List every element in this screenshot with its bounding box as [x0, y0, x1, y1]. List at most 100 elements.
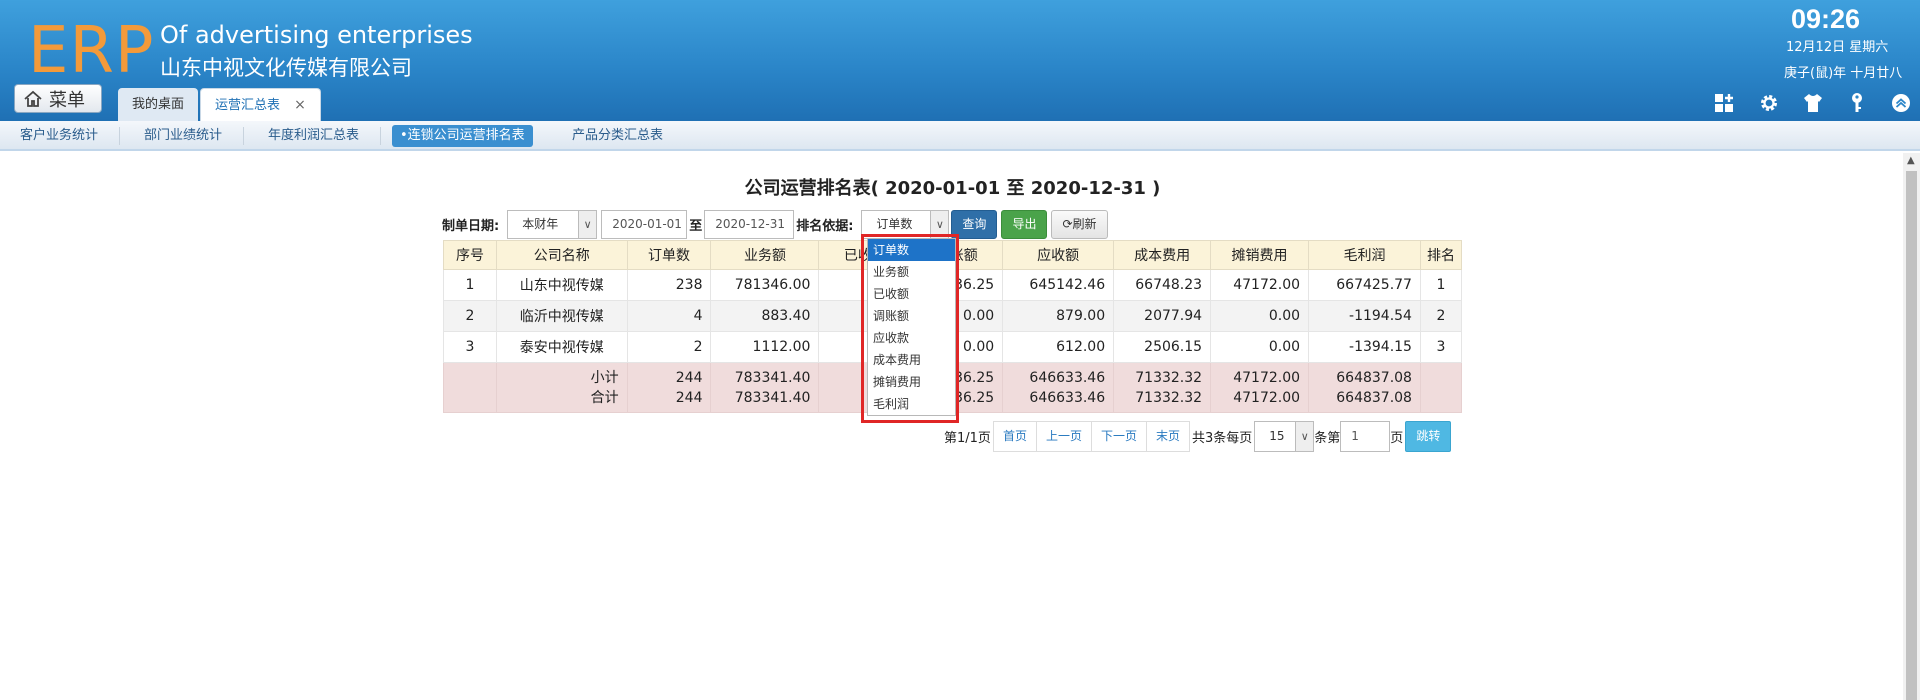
cell-rank: 2 — [1419, 300, 1463, 332]
subtotal-value: 244 — [675, 369, 703, 386]
cell-cost: 2077.94 — [1113, 300, 1212, 332]
column-header: 业务额 — [710, 240, 820, 270]
count-label: 共3条每页 — [1192, 431, 1253, 446]
query-button[interactable]: 查询 — [951, 209, 998, 239]
page-title: 公司运营排名表( 2020-01-01 至 2020-12-31 ) — [744, 178, 1161, 199]
pagination: 第1/1页 首页 上一页 下一页 末页 共3条每页 15 ∨ 条第 1 页 跳转 — [944, 421, 1452, 452]
subnav-item-annual-profit[interactable]: 年度利润汇总表 — [260, 125, 382, 147]
gear-icon[interactable] — [1758, 92, 1780, 114]
lunar-date: 庚子(鼠)年 十月廿八 — [1784, 66, 1903, 81]
export-button[interactable]: 导出 — [1001, 209, 1048, 239]
total-value: 646633.46 — [1029, 389, 1106, 406]
subnav-item-product-category[interactable]: 产品分类汇总表 — [564, 125, 671, 147]
start-date-input[interactable]: 2020-01-01 — [601, 209, 688, 239]
column-header: 序号 — [443, 240, 497, 270]
cell-business: 883.40 — [710, 300, 820, 332]
key-icon[interactable] — [1846, 92, 1868, 114]
menu-button[interactable]: 菜单 — [14, 84, 102, 113]
next-page-button[interactable]: 下一页 — [1091, 421, 1147, 452]
dropdown-option-business[interactable]: 业务额 — [868, 261, 955, 283]
clock-date: 12月12日 星期六 — [1786, 40, 1889, 55]
column-header: 应收额 — [1002, 240, 1115, 270]
cell-receivable: 645142.46 — [1002, 269, 1115, 301]
chevron-down-icon: ∨ — [1295, 422, 1314, 451]
subtotal-value: 664837.08 — [1336, 369, 1412, 386]
column-header: 毛利润 — [1308, 240, 1421, 270]
cell-amortization: 0.00 — [1210, 331, 1310, 363]
scrollbar-thumb[interactable] — [1906, 171, 1917, 700]
to-label: 至 — [689, 218, 703, 234]
dropdown-option-amortization[interactable]: 摊销费用 — [868, 371, 955, 393]
end-date-input[interactable]: 2020-12-31 — [704, 209, 795, 239]
menu-label: 菜单 — [49, 89, 85, 111]
dropdown-option-profit[interactable]: 毛利润 — [868, 393, 955, 415]
prev-page-button[interactable]: 上一页 — [1036, 421, 1092, 452]
cell-business: 1112.00 — [710, 331, 820, 363]
cell-receivable: 879.00 — [1002, 300, 1115, 332]
cell-profit: -1194.54 — [1308, 300, 1421, 332]
column-header: 订单数 — [626, 240, 712, 270]
total-value: 47172.00 — [1233, 389, 1301, 406]
rank-basis-select[interactable]: 订单数 ∨ — [861, 209, 950, 239]
first-page-button[interactable]: 首页 — [992, 421, 1037, 452]
dropdown-option-orders[interactable]: 订单数 — [868, 239, 955, 261]
cell-business: 783341.40 783341.40 — [710, 362, 820, 413]
dropdown-option-received[interactable]: 已收额 — [868, 283, 955, 305]
page-size-value: 15 — [1269, 429, 1285, 443]
chevron-down-icon: ∨ — [930, 210, 949, 238]
cell-company: 泰安中视传媒 — [495, 331, 628, 363]
erp-logo: ERP — [28, 14, 155, 88]
cell-no: 3 — [443, 331, 497, 363]
subtotal-value: 47172.00 — [1233, 369, 1301, 386]
rank-basis-dropdown: 订单数 业务额 已收额 调账额 应收款 成本费用 摊销费用 毛利润 — [867, 238, 956, 416]
period-select[interactable]: 本财年 ∨ — [507, 209, 598, 239]
dropdown-option-receivable[interactable]: 应收款 — [868, 327, 955, 349]
subtotal-value: 783341.40 — [734, 369, 811, 386]
scroll-up-icon[interactable]: ▲ — [1907, 155, 1915, 166]
vertical-scrollbar[interactable]: ▲ — [1903, 153, 1920, 700]
home-icon — [24, 90, 42, 107]
chevron-down-icon: ∨ — [578, 210, 597, 238]
column-header: 摊销费用 — [1210, 240, 1310, 270]
jump-page-input[interactable]: 1 — [1340, 421, 1391, 452]
cell-profit: 664837.08 664837.08 — [1308, 362, 1421, 413]
period-value: 本财年 — [522, 216, 559, 231]
tab-label: 我的桌面 — [132, 97, 185, 112]
cell-orders: 244 244 — [626, 362, 712, 413]
cell-amortization: 47172.00 — [1210, 269, 1310, 301]
company-name: 山东中视文化传媒有限公司 — [160, 56, 412, 80]
subnav-item-department-stats[interactable]: 部门业绩统计 — [136, 125, 245, 147]
refresh-icon: ⟳ — [1062, 216, 1073, 231]
collapse-up-icon[interactable] — [1890, 92, 1912, 114]
last-page-button[interactable]: 末页 — [1146, 421, 1190, 452]
cell-receivable: 612.00 — [1002, 331, 1115, 363]
cell-receivable: 646633.46 646633.46 — [1002, 362, 1115, 413]
tab-operations-summary[interactable]: 运营汇总表 × — [200, 88, 321, 121]
shirt-icon[interactable] — [1802, 92, 1824, 114]
cell-rank: 3 — [1419, 331, 1463, 363]
dropdown-option-cost[interactable]: 成本费用 — [868, 349, 955, 371]
column-header: 排名 — [1419, 240, 1463, 270]
page-size-select[interactable]: 15 ∨ — [1254, 421, 1315, 452]
cell-amortization: 47172.00 47172.00 — [1210, 362, 1310, 413]
refresh-button[interactable]: ⟳刷新 — [1051, 209, 1108, 239]
subtotal-value: 646633.46 — [1029, 369, 1106, 386]
tab-label: 运营汇总表 — [215, 98, 281, 113]
column-header: 公司名称 — [495, 240, 628, 270]
total-value: 664837.08 — [1336, 389, 1412, 406]
cell-cost: 66748.23 — [1113, 269, 1212, 301]
report-subnav: 客户业务统计 部门业绩统计 年度利润汇总表 •连锁公司运营排名表 产品分类汇总表 — [0, 121, 1920, 151]
dropdown-option-adjust[interactable]: 调账额 — [868, 305, 955, 327]
cell-blank — [443, 362, 497, 413]
subnav-item-customer-stats[interactable]: 客户业务统计 — [12, 125, 121, 147]
rank-basis-label: 排名依据: — [796, 218, 854, 234]
add-widget-icon[interactable] — [1713, 92, 1735, 114]
cell-no: 2 — [443, 300, 497, 332]
go-button[interactable]: 跳转 — [1405, 421, 1452, 452]
total-value: 71332.32 — [1135, 389, 1203, 406]
date-label: 制单日期: — [442, 218, 500, 234]
subnav-item-chain-ranking[interactable]: •连锁公司运营排名表 — [392, 125, 533, 147]
cell-cost: 2506.15 — [1113, 331, 1212, 363]
close-icon[interactable]: × — [294, 97, 306, 113]
tab-my-desktop[interactable]: 我的桌面 — [118, 88, 199, 121]
